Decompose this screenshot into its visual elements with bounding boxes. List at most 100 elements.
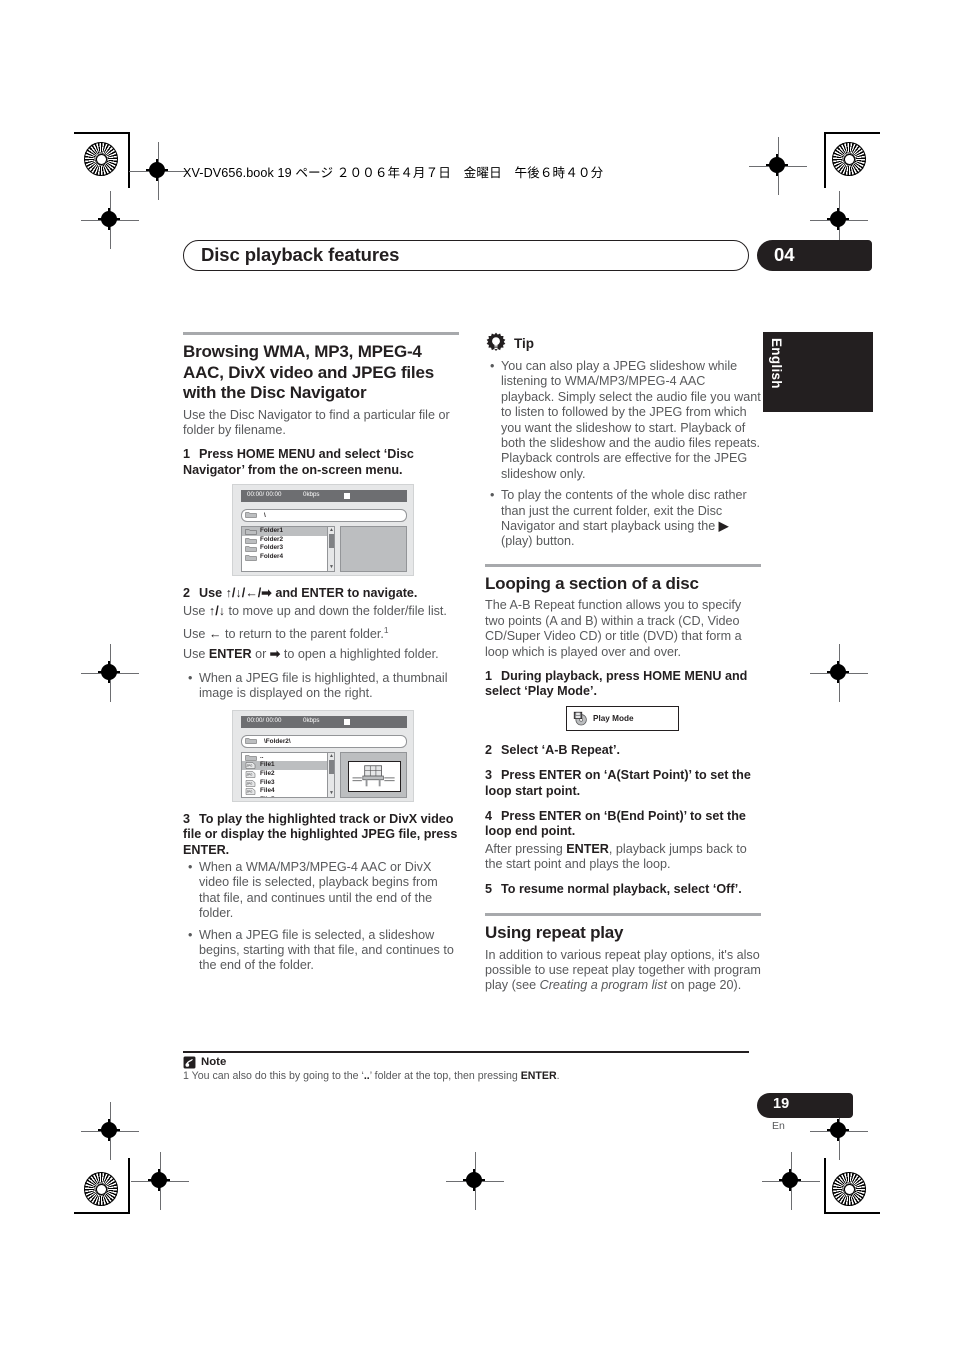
registration-cross-bottom-left (131, 1152, 189, 1210)
step-3-bullet-list: When a WMA/MP3/MPEG-4 AAC or DivX video … (183, 860, 459, 974)
osd-bitrate-text: 0kbps (303, 716, 320, 724)
browsing-intro-text: Use the Disc Navigator to find a particu… (183, 407, 450, 437)
registration-target-top-left (84, 142, 118, 176)
step-2-body-1: Use ↑/↓ to move up and down the folder/f… (183, 604, 459, 619)
crop-mark-tr-v (824, 132, 826, 188)
registration-cross-bottom-right (762, 1152, 820, 1210)
lightbulb-icon (486, 332, 506, 351)
page-number-text: 19 (773, 1096, 790, 1112)
osd-list-item: JPG File3 (242, 779, 334, 788)
tip-bullet2-prefix: To play the contents of the whole disc r… (501, 488, 747, 534)
svg-text:JPG: JPG (247, 790, 254, 794)
folder-icon (245, 537, 257, 544)
language-tab-label: English (769, 338, 784, 389)
play-mode-button[interactable]: Play Mode (566, 705, 679, 731)
crop-mark-tl-h (74, 132, 130, 134)
section-heading-repeat: Using repeat play (485, 923, 624, 943)
footnote-marker: 1 (383, 624, 389, 635)
osd-list-item-label: File1 (260, 761, 275, 769)
note-footer: Note 1 You can also do this by going to … (183, 1051, 749, 1083)
jpeg-file-icon: JPG (245, 788, 256, 795)
chapter-number-badge: 04 (757, 240, 872, 271)
svg-text:JPG: JPG (247, 781, 254, 785)
note-text-suffix: . (556, 1069, 560, 1082)
osd-path-text: \Folder2\ (264, 737, 291, 745)
registration-cross-left-upper (81, 191, 139, 249)
disc-navigator-screenshot-root: 00:00/ 00:00 0kbps \ Folder1 Folder2 Fol… (232, 484, 414, 577)
language-tab: English (763, 332, 873, 412)
jpeg-thumbnail-image (348, 760, 401, 792)
osd-time-text: 00:00/ 00:00 (247, 491, 282, 499)
osd-list-item-label: Folder3 (260, 544, 284, 552)
loop-step-1-number: 1 (485, 669, 493, 683)
note-text: 1 You can also do this by going to the ‘… (183, 1070, 749, 1083)
loop-step-4: 4 Press ENTER on ‘B(End Point)’ to set th… (485, 809, 761, 840)
section-heading-browsing: Browsing WMA, MP3, MPEG-4 AAC, DivX vide… (183, 342, 434, 402)
svg-text:JPG: JPG (247, 764, 254, 768)
osd-preview-pane (340, 526, 407, 573)
osd-path-field: \ (241, 509, 407, 523)
registration-cross-right-middle (810, 644, 868, 702)
osd-preview-pane (340, 751, 407, 798)
crop-mark-tr-h (824, 132, 880, 134)
folder-icon (245, 755, 257, 761)
step-2-body-3: Use ENTER or ➡ to open a highlighted fol… (183, 647, 459, 662)
osd-bitrate-text: 0kbps (303, 491, 320, 499)
play-mode-button-label: Play Mode (593, 713, 634, 723)
registration-cross-right-upper (810, 191, 868, 249)
osd-list-item: Folder1 (242, 527, 334, 536)
section-rule (183, 332, 459, 335)
step-2-text: Use ↑/↓/←/➡ and ENTER to navigate. (199, 586, 418, 601)
osd-list-item: .. (242, 753, 334, 762)
step-2-body-2: Use ← to return to the parent folder.1 (183, 623, 459, 643)
jpeg-file-icon: JPG (245, 797, 257, 798)
loop-step-2-text: Select ‘A-B Repeat’. (501, 742, 620, 757)
osd-path-field: \Folder2\ (241, 734, 407, 748)
looping-intro-text: The A-B Repeat function allows you to sp… (485, 598, 742, 659)
tip-label: Tip (514, 335, 534, 351)
disc-navigator-jpeg-screenshot-root: 00:00/ 00:00 0kbps \Folder2\ .. JPG File1… (232, 709, 414, 802)
registration-cross-left-lower (81, 1102, 139, 1160)
scroll-up-arrow-icon: ▲ (329, 752, 334, 759)
jpeg-file-icon: JPG (245, 779, 256, 787)
osd-list-item-label: Folder2 (260, 535, 284, 543)
step-1-number: 1 (183, 447, 191, 462)
note-text-prefix: 1 You can also do this by going to the ‘ (183, 1069, 364, 1082)
loop-step-2-number: 2 (485, 742, 493, 757)
left-column: Browsing WMA, MP3, MPEG-4 AAC, DivX vide… (183, 332, 459, 982)
loop-step-5: 5 To resume normal playback, select ‘Off’… (485, 882, 761, 897)
osd-folder-list: Folder1 Folder2 Folder3 Folder4 ▲ ▼ (241, 526, 335, 573)
scrollbar-thumb (328, 534, 334, 549)
loop-step-4-number: 4 (485, 809, 493, 824)
stop-icon (344, 493, 350, 500)
loop-step-5-text: To resume normal playback, select ‘Off’. (501, 881, 742, 896)
tip-bullet2-suffix: (play) button. (501, 534, 575, 549)
arrow-right-icon: ➡ (269, 646, 281, 661)
loop-step-4-body: After pressing ENTER, playback jumps bac… (485, 842, 761, 873)
folder-icon (245, 529, 257, 535)
note-label: Note (201, 1056, 227, 1069)
registration-target-top-right (832, 142, 866, 176)
step-3-browsing: 3 To play the highlighted track or DivX v… (183, 812, 459, 858)
arrow-left-icon: ← (208, 627, 222, 642)
arrow-up-down-icon: ↑/↓ (208, 603, 225, 618)
osd-scrollbar: ▲ ▼ (327, 527, 334, 572)
crop-mark-br-v (824, 1158, 826, 1214)
page-language-code: En (772, 1120, 785, 1132)
crop-mark-bl-v (128, 1158, 130, 1214)
osd-list-item-label: File5 (260, 796, 275, 797)
osd-list-item: JPG File4 (242, 787, 334, 796)
osd-list-item: JPGFile5 (242, 796, 334, 798)
repeat-intro-text: In addition to various repeat play optio… (485, 948, 761, 994)
osd-list-item-label: File2 (260, 769, 275, 777)
osd-status-bar: 00:00/ 00:00 0kbps (241, 490, 407, 503)
list-item: To play the contents of the whole disc r… (490, 488, 761, 550)
step2-body1-prefix: Use (183, 603, 209, 618)
osd-list-item-label: File4 (260, 787, 275, 795)
osd-list-item: Folder4 (242, 553, 334, 562)
osd-list-item-label: File3 (260, 778, 275, 786)
play-mode-icon (573, 711, 587, 726)
osd-list-item: Folder2 (242, 536, 334, 545)
scroll-up-arrow-icon: ▲ (329, 527, 334, 534)
page-title: Disc playback features (201, 244, 400, 265)
